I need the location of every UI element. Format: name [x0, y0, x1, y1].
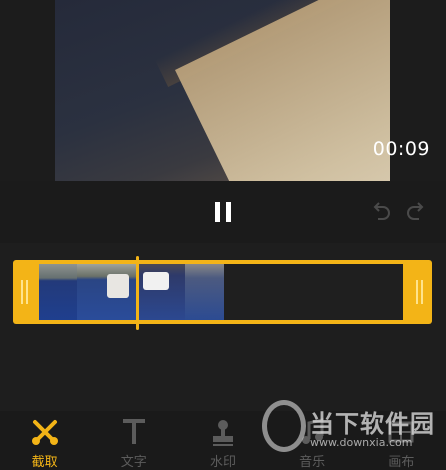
video-preview-area: 00:09 [0, 0, 446, 181]
tab-text[interactable]: 文字 [89, 411, 178, 470]
bottom-toolbar: 截取 文字 水印 音乐 画布 [0, 411, 446, 470]
music-icon [302, 418, 324, 444]
tab-canvas[interactable]: 画布 [357, 411, 446, 470]
thumbnail-frame [39, 264, 77, 320]
trim-end-handle[interactable] [416, 280, 424, 304]
tab-music[interactable]: 音乐 [268, 411, 357, 470]
thumbnail-frame [137, 264, 185, 320]
tab-watermark[interactable]: 水印 [178, 411, 267, 470]
trim-start-handle[interactable] [21, 280, 29, 304]
thumbnail-strip [39, 264, 224, 320]
tab-label: 截取 [31, 455, 58, 470]
playhead[interactable] [136, 256, 139, 330]
canvas-icon [388, 421, 414, 443]
thumbnail-frame [185, 264, 224, 320]
tab-label: 画布 [388, 455, 415, 470]
clip-strip [39, 264, 403, 320]
tab-trim[interactable]: 截取 [0, 411, 89, 470]
redo-icon[interactable] [403, 199, 429, 225]
scissors-icon [31, 420, 58, 445]
undo-icon[interactable] [368, 199, 394, 225]
thumbnail-frame [77, 264, 137, 320]
tab-label: 水印 [209, 455, 236, 470]
text-icon [122, 419, 145, 444]
current-time: 00:09 [372, 138, 430, 160]
video-frame[interactable] [55, 0, 390, 181]
tab-label: 文字 [120, 455, 147, 470]
pause-icon[interactable] [212, 202, 234, 222]
tab-label: 音乐 [299, 455, 326, 470]
video-light-surface [175, 0, 390, 181]
stamp-icon [212, 420, 233, 446]
playback-controls [0, 181, 446, 243]
trim-timeline [0, 243, 446, 411]
trim-range[interactable] [13, 260, 432, 324]
